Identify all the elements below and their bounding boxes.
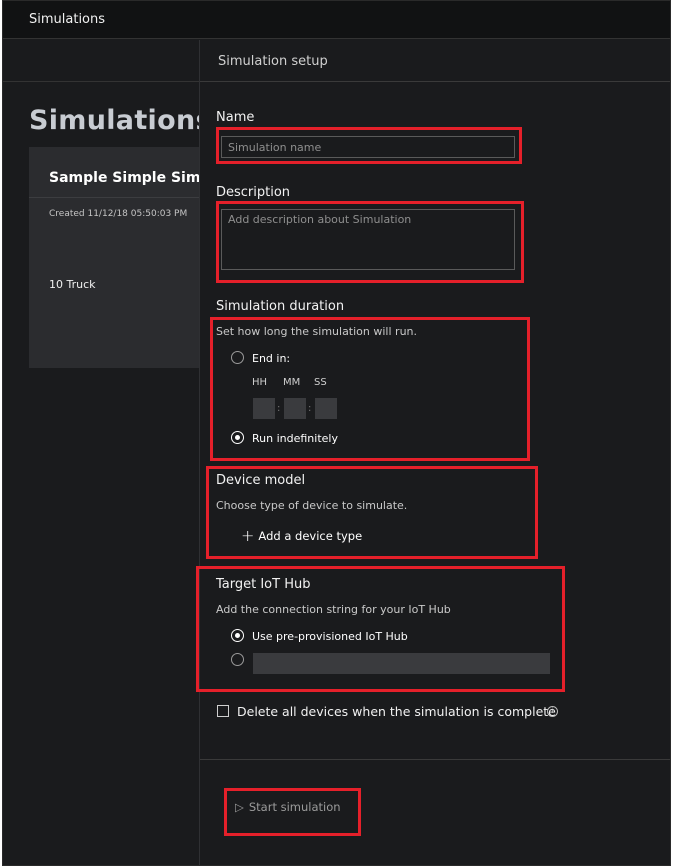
hours-input[interactable] [253, 398, 275, 419]
custom-hub-radio[interactable] [231, 653, 244, 666]
hours-heading: HH [252, 377, 268, 388]
page-title: Simulations [29, 105, 212, 136]
run-indefinitely-radio[interactable] [231, 431, 244, 444]
add-device-type-button[interactable]: + Add a device type [241, 526, 363, 545]
run-indefinitely-label: Run indefinitely [252, 432, 338, 445]
seconds-heading: SS [314, 377, 327, 388]
minutes-input[interactable] [284, 398, 306, 419]
simulation-setup-panel: Simulation setup [199, 40, 670, 865]
panel-header: Simulation setup [200, 40, 670, 82]
app-window: Simulations Simulations Sample Simple Si… [2, 0, 671, 866]
duration-label: Simulation duration [216, 299, 345, 314]
preprovisioned-hub-label: Use pre-provisioned IoT Hub [252, 630, 408, 643]
start-simulation-button[interactable]: ▷ Start simulation [235, 800, 341, 814]
end-in-radio[interactable] [231, 351, 244, 364]
app-title: Simulations [29, 12, 106, 27]
end-in-label: End in: [252, 352, 291, 365]
delete-devices-label: Delete all devices when the simulation i… [237, 704, 556, 719]
time-separator: : [277, 403, 281, 414]
connection-string-input[interactable] [253, 653, 550, 674]
seconds-input[interactable] [315, 398, 337, 419]
panel-title: Simulation setup [218, 54, 328, 69]
iot-hub-help-text: Add the connection string for your IoT H… [216, 603, 451, 616]
info-icon[interactable]: i [547, 706, 558, 717]
start-simulation-label: Start simulation [248, 800, 341, 814]
play-icon: ▷ [235, 800, 244, 814]
iot-hub-label: Target IoT Hub [216, 577, 311, 592]
name-label: Name [216, 110, 255, 125]
footer-divider [200, 759, 670, 760]
description-textarea[interactable] [221, 209, 515, 270]
simulation-device-count: 10 Truck [49, 278, 96, 291]
device-model-help-text: Choose type of device to simulate. [216, 499, 408, 512]
delete-devices-checkbox[interactable] [217, 705, 229, 717]
plus-icon: + [241, 526, 255, 545]
description-label: Description [216, 185, 291, 200]
preprovisioned-hub-radio[interactable] [231, 629, 244, 642]
simulation-name-input[interactable] [221, 136, 515, 158]
device-model-label: Device model [216, 473, 306, 488]
minutes-heading: MM [283, 377, 301, 388]
simulation-created-date: Created 11/12/18 05:50:03 PM [49, 209, 188, 219]
time-separator: : [308, 403, 312, 414]
duration-help-text: Set how long the simulation will run. [216, 325, 418, 338]
add-device-type-label: Add a device type [258, 529, 363, 543]
top-bar: Simulations [3, 1, 670, 39]
